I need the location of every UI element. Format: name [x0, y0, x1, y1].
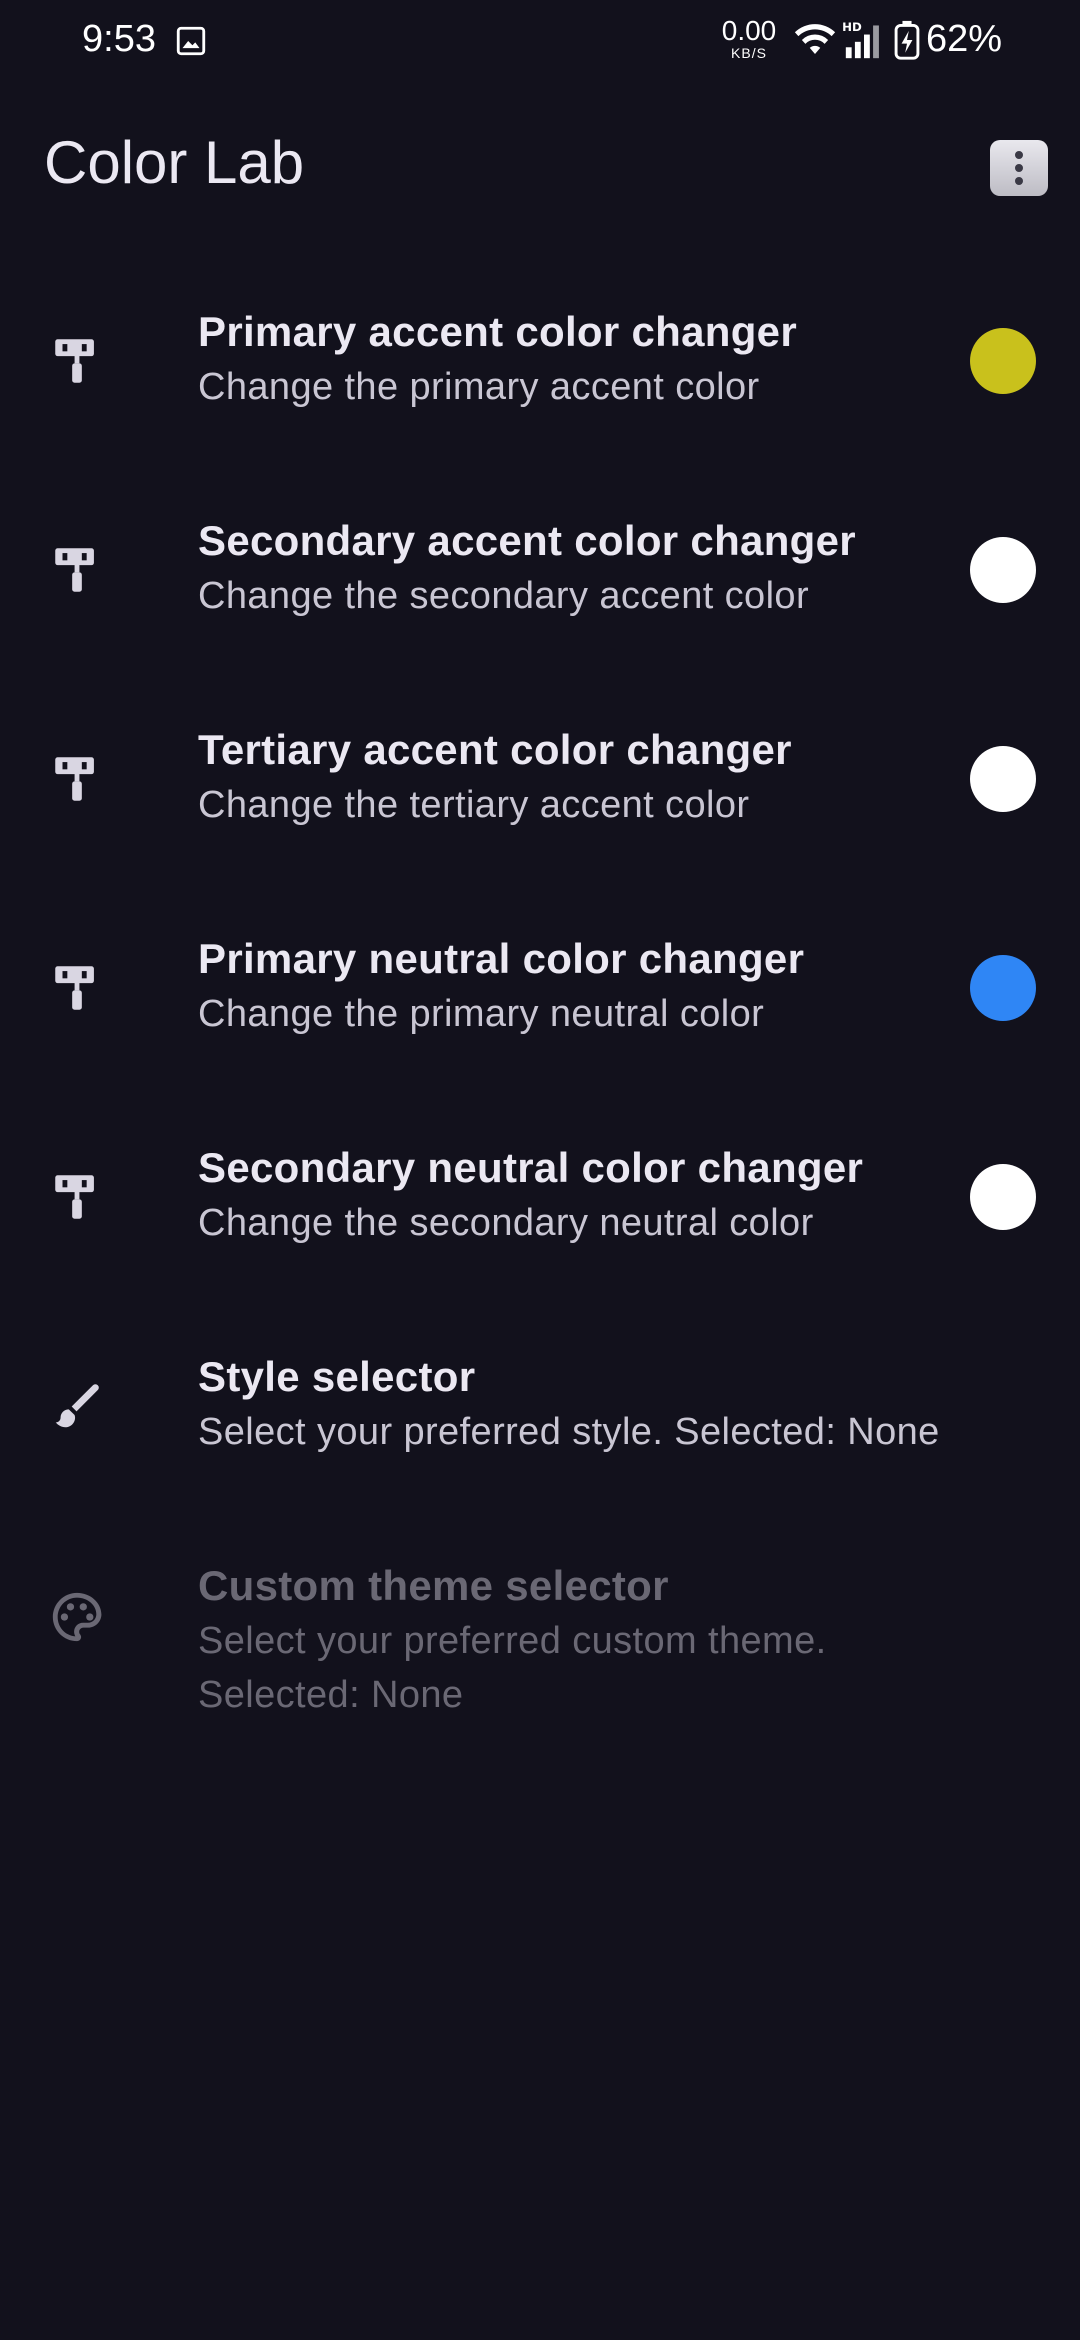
- setting-style-selector[interactable]: Style selector Select your preferred sty…: [0, 1335, 1080, 1544]
- more-vert-icon-dot: [1015, 164, 1023, 172]
- setting-secondary-neutral[interactable]: Secondary neutral color changer Change t…: [0, 1126, 1080, 1335]
- color-swatch-secondary-accent[interactable]: [970, 537, 1036, 603]
- setting-text: Tertiary accent color changer Change the…: [198, 722, 988, 832]
- setting-summary: Change the secondary accent color: [198, 575, 810, 617]
- setting-tertiary-accent[interactable]: Tertiary accent color changer Change the…: [0, 708, 1080, 917]
- setting-title: Style selector: [198, 1353, 476, 1400]
- battery-charging-icon: [894, 20, 920, 60]
- paint-roller-icon: [55, 339, 94, 383]
- app-screen: 9:53 0.00 KB/S HD 62% Color Lab Primary …: [0, 0, 1080, 2340]
- setting-summary: Change the primary accent color: [198, 366, 760, 408]
- paint-roller-icon: [55, 757, 94, 801]
- paint-roller-icon: [55, 966, 94, 1010]
- setting-text: Custom theme selector Select your prefer…: [198, 1558, 988, 1722]
- more-vert-icon: [1015, 151, 1023, 159]
- setting-title: Primary neutral color changer: [198, 935, 805, 982]
- setting-text: Secondary accent color changer Change th…: [198, 513, 988, 623]
- setting-title: Secondary neutral color changer: [198, 1144, 864, 1191]
- svg-text:HD: HD: [842, 20, 862, 34]
- more-vert-icon-dot: [1015, 177, 1023, 185]
- color-swatch-secondary-neutral[interactable]: [970, 1164, 1036, 1230]
- setting-summary: Select your preferred custom theme. Sele…: [198, 1620, 827, 1716]
- setting-title: Custom theme selector: [198, 1562, 669, 1609]
- status-time: 9:53: [82, 18, 156, 60]
- gallery-icon: [176, 26, 206, 56]
- setting-text: Style selector Select your preferred sty…: [198, 1349, 988, 1459]
- network-speed-value: 0.00: [721, 15, 777, 46]
- hd-signal-icon: HD: [842, 20, 879, 59]
- setting-custom-theme-selector: Custom theme selector Select your prefer…: [0, 1544, 1080, 1764]
- setting-text: Secondary neutral color changer Change t…: [198, 1140, 988, 1250]
- color-swatch-primary-accent[interactable]: [970, 328, 1036, 394]
- battery-percent: 62%: [926, 18, 1003, 60]
- setting-primary-neutral[interactable]: Primary neutral color changer Change the…: [0, 917, 1080, 1126]
- page-title: Color Lab: [44, 129, 305, 196]
- setting-secondary-accent[interactable]: Secondary accent color changer Change th…: [0, 499, 1080, 708]
- setting-title: Tertiary accent color changer: [198, 726, 792, 773]
- more-options-button[interactable]: [990, 140, 1048, 196]
- palette-icon: [52, 1592, 102, 1642]
- paint-roller-icon: [55, 548, 94, 592]
- setting-summary: Select your preferred style. Selected: N…: [198, 1411, 940, 1453]
- paint-roller-icon: [55, 1175, 94, 1219]
- color-swatch-primary-neutral[interactable]: [970, 955, 1036, 1021]
- network-speed: 0.00 KB/S: [716, 15, 782, 61]
- wifi-icon: [794, 24, 836, 54]
- color-swatch-tertiary-accent[interactable]: [970, 746, 1036, 812]
- settings-list: Primary accent color changer Change the …: [0, 290, 1080, 1764]
- setting-title: Primary accent color changer: [198, 308, 797, 355]
- setting-summary: Change the primary neutral color: [198, 993, 765, 1035]
- setting-primary-accent[interactable]: Primary accent color changer Change the …: [0, 290, 1080, 499]
- setting-text: Primary accent color changer Change the …: [198, 304, 988, 414]
- status-bar: 9:53 0.00 KB/S HD 62%: [0, 0, 1080, 84]
- setting-text: Primary neutral color changer Change the…: [198, 931, 988, 1041]
- setting-summary: Change the tertiary accent color: [198, 784, 750, 826]
- brush-icon: [55, 1384, 99, 1428]
- setting-summary: Change the secondary neutral color: [198, 1202, 814, 1244]
- network-speed-unit: KB/S: [731, 45, 767, 61]
- setting-title: Secondary accent color changer: [198, 517, 856, 564]
